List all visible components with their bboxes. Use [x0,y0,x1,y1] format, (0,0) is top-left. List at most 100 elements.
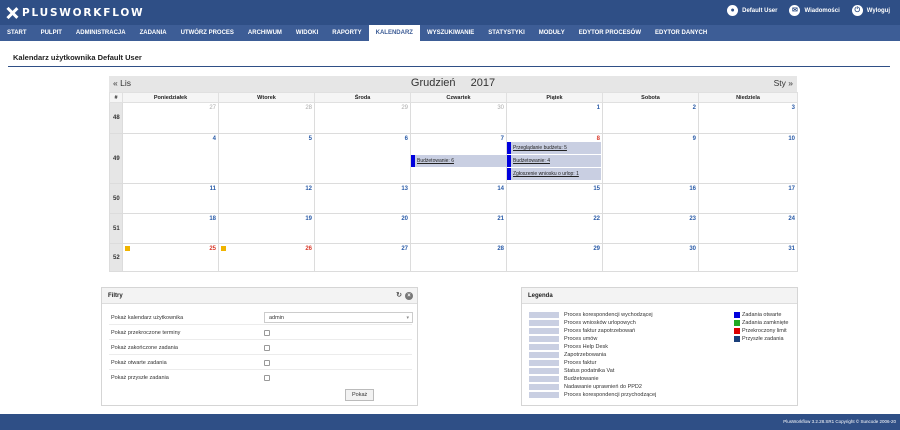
day-cell[interactable]: 17 [698,183,798,214]
day-cell[interactable]: 23 [602,213,699,244]
day-number: 31 [788,246,795,252]
day-cell[interactable]: 21 [410,213,507,244]
holiday-marker-icon [125,246,130,251]
day-number: 27 [401,246,408,252]
day-cell[interactable]: 27 [122,102,219,134]
legend-process-label: Zapotrzebowania [564,352,607,358]
day-cell[interactable]: 24 [698,213,798,244]
day-cell[interactable]: 2 [602,102,699,134]
legend-status-label: Zadania zamknięte [742,320,789,326]
calendar-event[interactable]: Przeglądanie budżetu: 5 [507,142,601,154]
day-cell[interactable]: 6 [314,133,411,184]
nav-wyszukiwanie[interactable]: WYSZUKIWANIE [420,25,481,41]
day-cell[interactable]: 20 [314,213,411,244]
legend-process-label: Proces wniosków urlopowych [564,320,636,326]
day-cell[interactable]: 30 [410,102,507,134]
legend-status-item: Przyszłe zadania [734,335,784,343]
day-cell[interactable]: 19 [218,213,315,244]
nav-statystyki[interactable]: STATYSTYKI [481,25,531,41]
weekday-header: Sobota [602,92,699,103]
next-month-link[interactable]: Sty » [774,78,793,88]
close-icon[interactable]: × [405,292,413,300]
week-number: 52 [109,243,123,272]
future-checkbox[interactable] [264,375,270,381]
messages-link[interactable]: ✉ Wiadomości [789,5,840,16]
nav-edytor-danych[interactable]: EDYTOR DANYCH [648,25,714,41]
nav-raporty[interactable]: RAPORTY [325,25,368,41]
day-cell[interactable]: 3 [698,102,798,134]
row-divider [109,324,412,325]
legend-swatch [529,376,559,382]
open-checkbox[interactable] [264,360,270,366]
weekday-header: Poniedziałek [122,92,219,103]
day-cell[interactable]: 14 [410,183,507,214]
day-cell[interactable]: 12 [218,183,315,214]
day-cell[interactable]: 18 [122,213,219,244]
calendar-event[interactable]: Budżetowanie: 4 [507,155,601,167]
day-number: 30 [497,105,504,111]
nav-utworz-proces[interactable]: UTWÓRZ PROCES [174,25,241,41]
nav-start[interactable]: START [0,25,34,41]
status-color-swatch [734,320,740,326]
day-cell[interactable]: 11 [122,183,219,214]
day-cell[interactable]: 5 [218,133,315,184]
day-cell[interactable]: 10 [698,133,798,184]
nav-moduly[interactable]: MODUŁY [532,25,572,41]
page: PLUSWORKFLOW ● Default User ✉ Wiadomości… [0,0,900,430]
week-row: 48 27 28 29 30 1 2 3 [109,102,798,134]
show-button[interactable]: Pokaż [345,389,375,401]
nav-widoki[interactable]: WIDOKI [289,25,325,41]
nav-kalendarz[interactable]: KALENDARZ [368,25,420,41]
refresh-icon[interactable]: ↻ [395,292,403,300]
day-cell[interactable]: 29 [314,102,411,134]
app-logo[interactable]: PLUSWORKFLOW [6,5,144,20]
logout-label: Wyloguj [866,7,890,14]
overdue-label: Pokaż przekroczone terminy [111,330,181,336]
footer: PlusWorkflow 3.2.28.SR1 Copyright © Sunc… [0,414,900,430]
day-cell[interactable]: 8 Przeglądanie budżetu: 5 Budżetowanie: … [506,133,603,184]
day-number: 17 [788,186,795,192]
day-cell[interactable]: 26 [218,243,315,272]
day-cell[interactable]: 15 [506,183,603,214]
calendar-user-select[interactable]: admin ▾ [264,312,413,323]
day-cell[interactable]: 16 [602,183,699,214]
calendar-event[interactable]: Budżetowanie: 6 [411,155,507,167]
page-title: Kalendarz użytkownika Default User [13,53,142,62]
nav-archiwum[interactable]: ARCHIWUM [241,25,289,41]
calendar-event[interactable]: Zgłoszenie wniosku o urlop: 1 [507,168,601,180]
top-header: PLUSWORKFLOW ● Default User ✉ Wiadomości… [0,0,900,25]
row-divider [109,354,412,355]
user-menu-link[interactable]: ● Default User [727,5,777,16]
finished-checkbox[interactable] [264,345,270,351]
day-cell[interactable]: 9 [602,133,699,184]
weekday-header: Środa [314,92,411,103]
logout-link[interactable]: ⏻ Wyloguj [851,5,890,16]
day-cell[interactable]: 4 [122,133,219,184]
day-cell[interactable]: 7 Budżetowanie: 6 [410,133,507,184]
day-cell[interactable]: 1 [506,102,603,134]
legend-process-item: Budżetowanie [529,375,599,383]
legend-process-item: Proces wniosków urlopowych [529,319,636,327]
legend-status-label: Przekroczony limit [742,328,787,334]
day-cell[interactable]: 22 [506,213,603,244]
filters-panel-header: Filtry ↻ × [102,288,417,304]
main-nav: START PULPIT ADMINISTRACJA ZADANIA UTWÓR… [0,25,900,41]
day-cell[interactable]: 31 [698,243,798,272]
day-cell[interactable]: 25 [122,243,219,272]
day-cell[interactable]: 28 [218,102,315,134]
day-cell[interactable]: 13 [314,183,411,214]
day-cell[interactable]: 30 [602,243,699,272]
day-cell[interactable]: 28 [410,243,507,272]
nav-pulpit[interactable]: PULPIT [34,25,69,41]
overdue-checkbox[interactable] [264,330,270,336]
legend-swatch [529,336,559,342]
day-cell[interactable]: 27 [314,243,411,272]
day-number: 22 [593,216,600,222]
nav-edytor-procesow[interactable]: EDYTOR PROCESÓW [572,25,648,41]
calendar-user-value: admin [269,315,284,321]
nav-administracja[interactable]: ADMINISTRACJA [69,25,133,41]
calendar-month-title: Grudzień 2017 [109,77,797,89]
nav-zadania[interactable]: ZADANIA [133,25,174,41]
day-cell[interactable]: 29 [506,243,603,272]
day-number: 11 [209,186,216,192]
